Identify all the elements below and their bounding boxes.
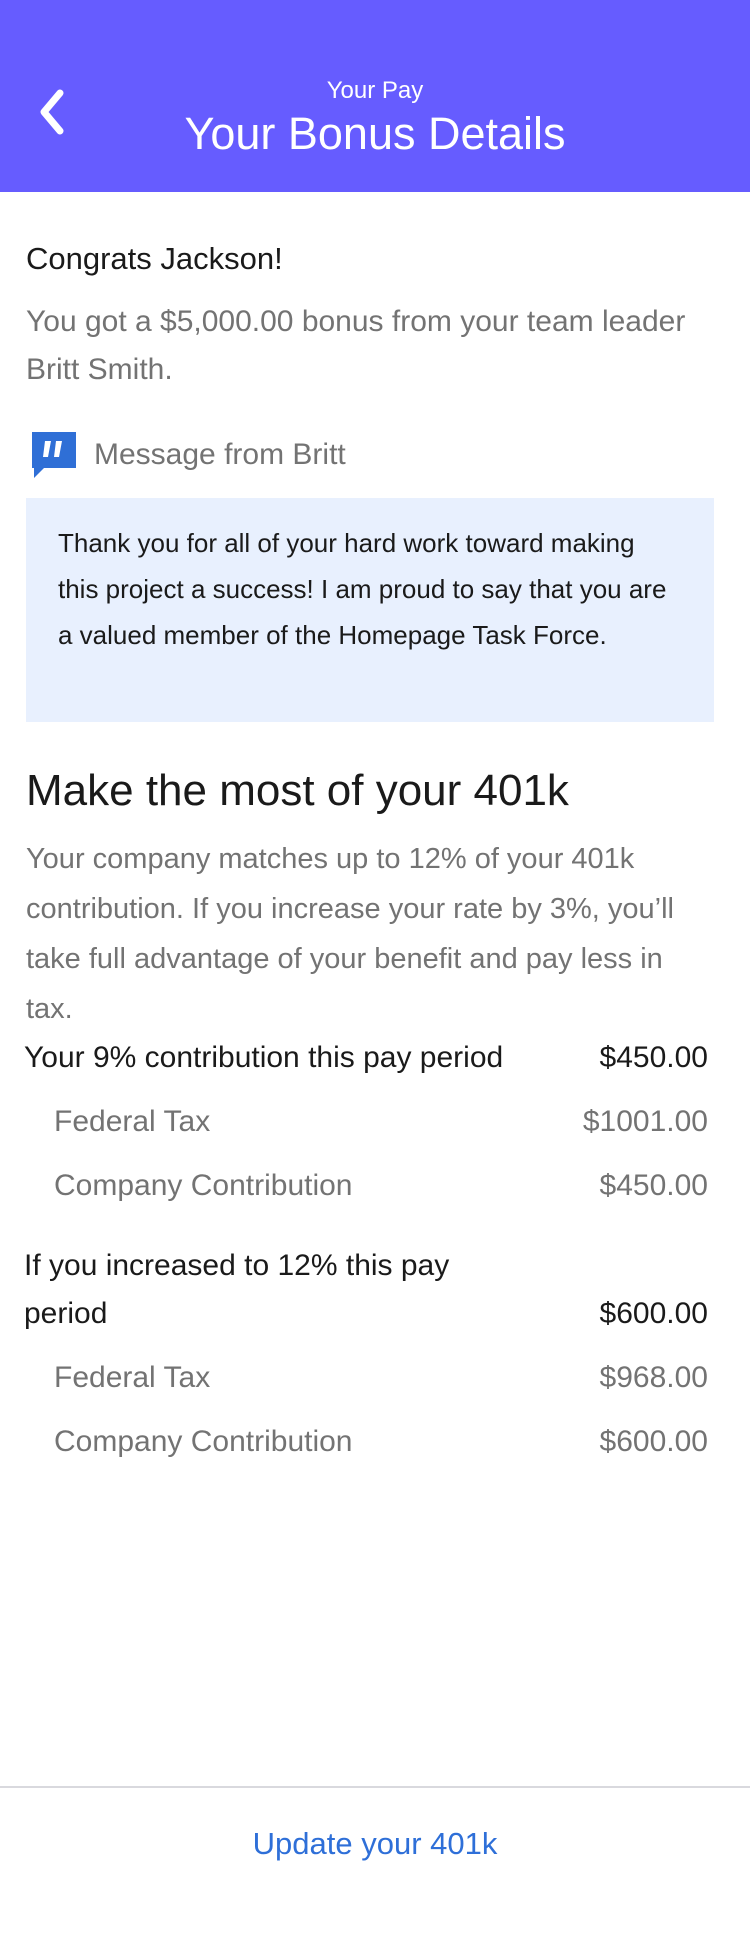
current-contribution-value: $450.00 — [599, 1041, 708, 1074]
increased-contribution-value: $600.00 — [599, 1297, 708, 1330]
quote-icon — [30, 430, 78, 480]
update-401k-button[interactable]: Update your 401k — [0, 1820, 750, 1868]
increased-contribution-label: If you increased to 12% this pay period — [24, 1249, 450, 1330]
current-federal-tax-label: Federal Tax — [54, 1105, 211, 1138]
greeting-text: Congrats Jackson! — [26, 241, 283, 276]
current-federal-tax-row: Federal Tax $1001.00 — [24, 1098, 708, 1146]
message-label: Message from Britt — [94, 438, 346, 471]
increased-federal-tax-value: $968.00 — [599, 1361, 708, 1394]
increased-contribution-row: If you increased to 12% this pay period … — [24, 1242, 708, 1338]
current-federal-tax-value: $1001.00 — [582, 1105, 708, 1138]
footer-divider — [0, 1786, 750, 1788]
current-contribution-label: Your 9% contribution this pay period — [24, 1041, 504, 1074]
bonus-details-screen: Your Pay Your Bonus Details Congrats Jac… — [0, 0, 750, 1946]
current-company-contribution-value: $450.00 — [599, 1169, 708, 1202]
message-text: Thank you for all of your hard work towa… — [58, 528, 667, 650]
current-company-contribution-row: Company Contribution $450.00 — [24, 1162, 708, 1210]
current-contribution-row: Your 9% contribution this pay period $45… — [24, 1034, 708, 1082]
increased-federal-tax-row: Federal Tax $968.00 — [24, 1354, 708, 1402]
message-box: Thank you for all of your hard work towa… — [26, 498, 714, 722]
page-title: Your Bonus Details — [184, 108, 566, 159]
increased-company-contribution-label: Company Contribution — [54, 1425, 353, 1458]
increased-federal-tax-label: Federal Tax — [54, 1361, 211, 1394]
section-401k-description: Your company matches up to 12% of your 4… — [26, 843, 674, 1025]
header-bar: Your Pay Your Bonus Details — [0, 0, 750, 192]
current-company-contribution-label: Company Contribution — [54, 1169, 353, 1202]
section-401k-heading: Make the most of your 401k — [26, 766, 569, 815]
message-header: Message from Britt — [26, 430, 714, 480]
increased-company-contribution-row: Company Contribution $600.00 — [24, 1418, 708, 1466]
increased-company-contribution-value: $600.00 — [599, 1425, 708, 1458]
header-subtitle: Your Pay — [326, 77, 424, 104]
bonus-summary: You got a $5,000.00 bonus from your team… — [26, 305, 686, 386]
